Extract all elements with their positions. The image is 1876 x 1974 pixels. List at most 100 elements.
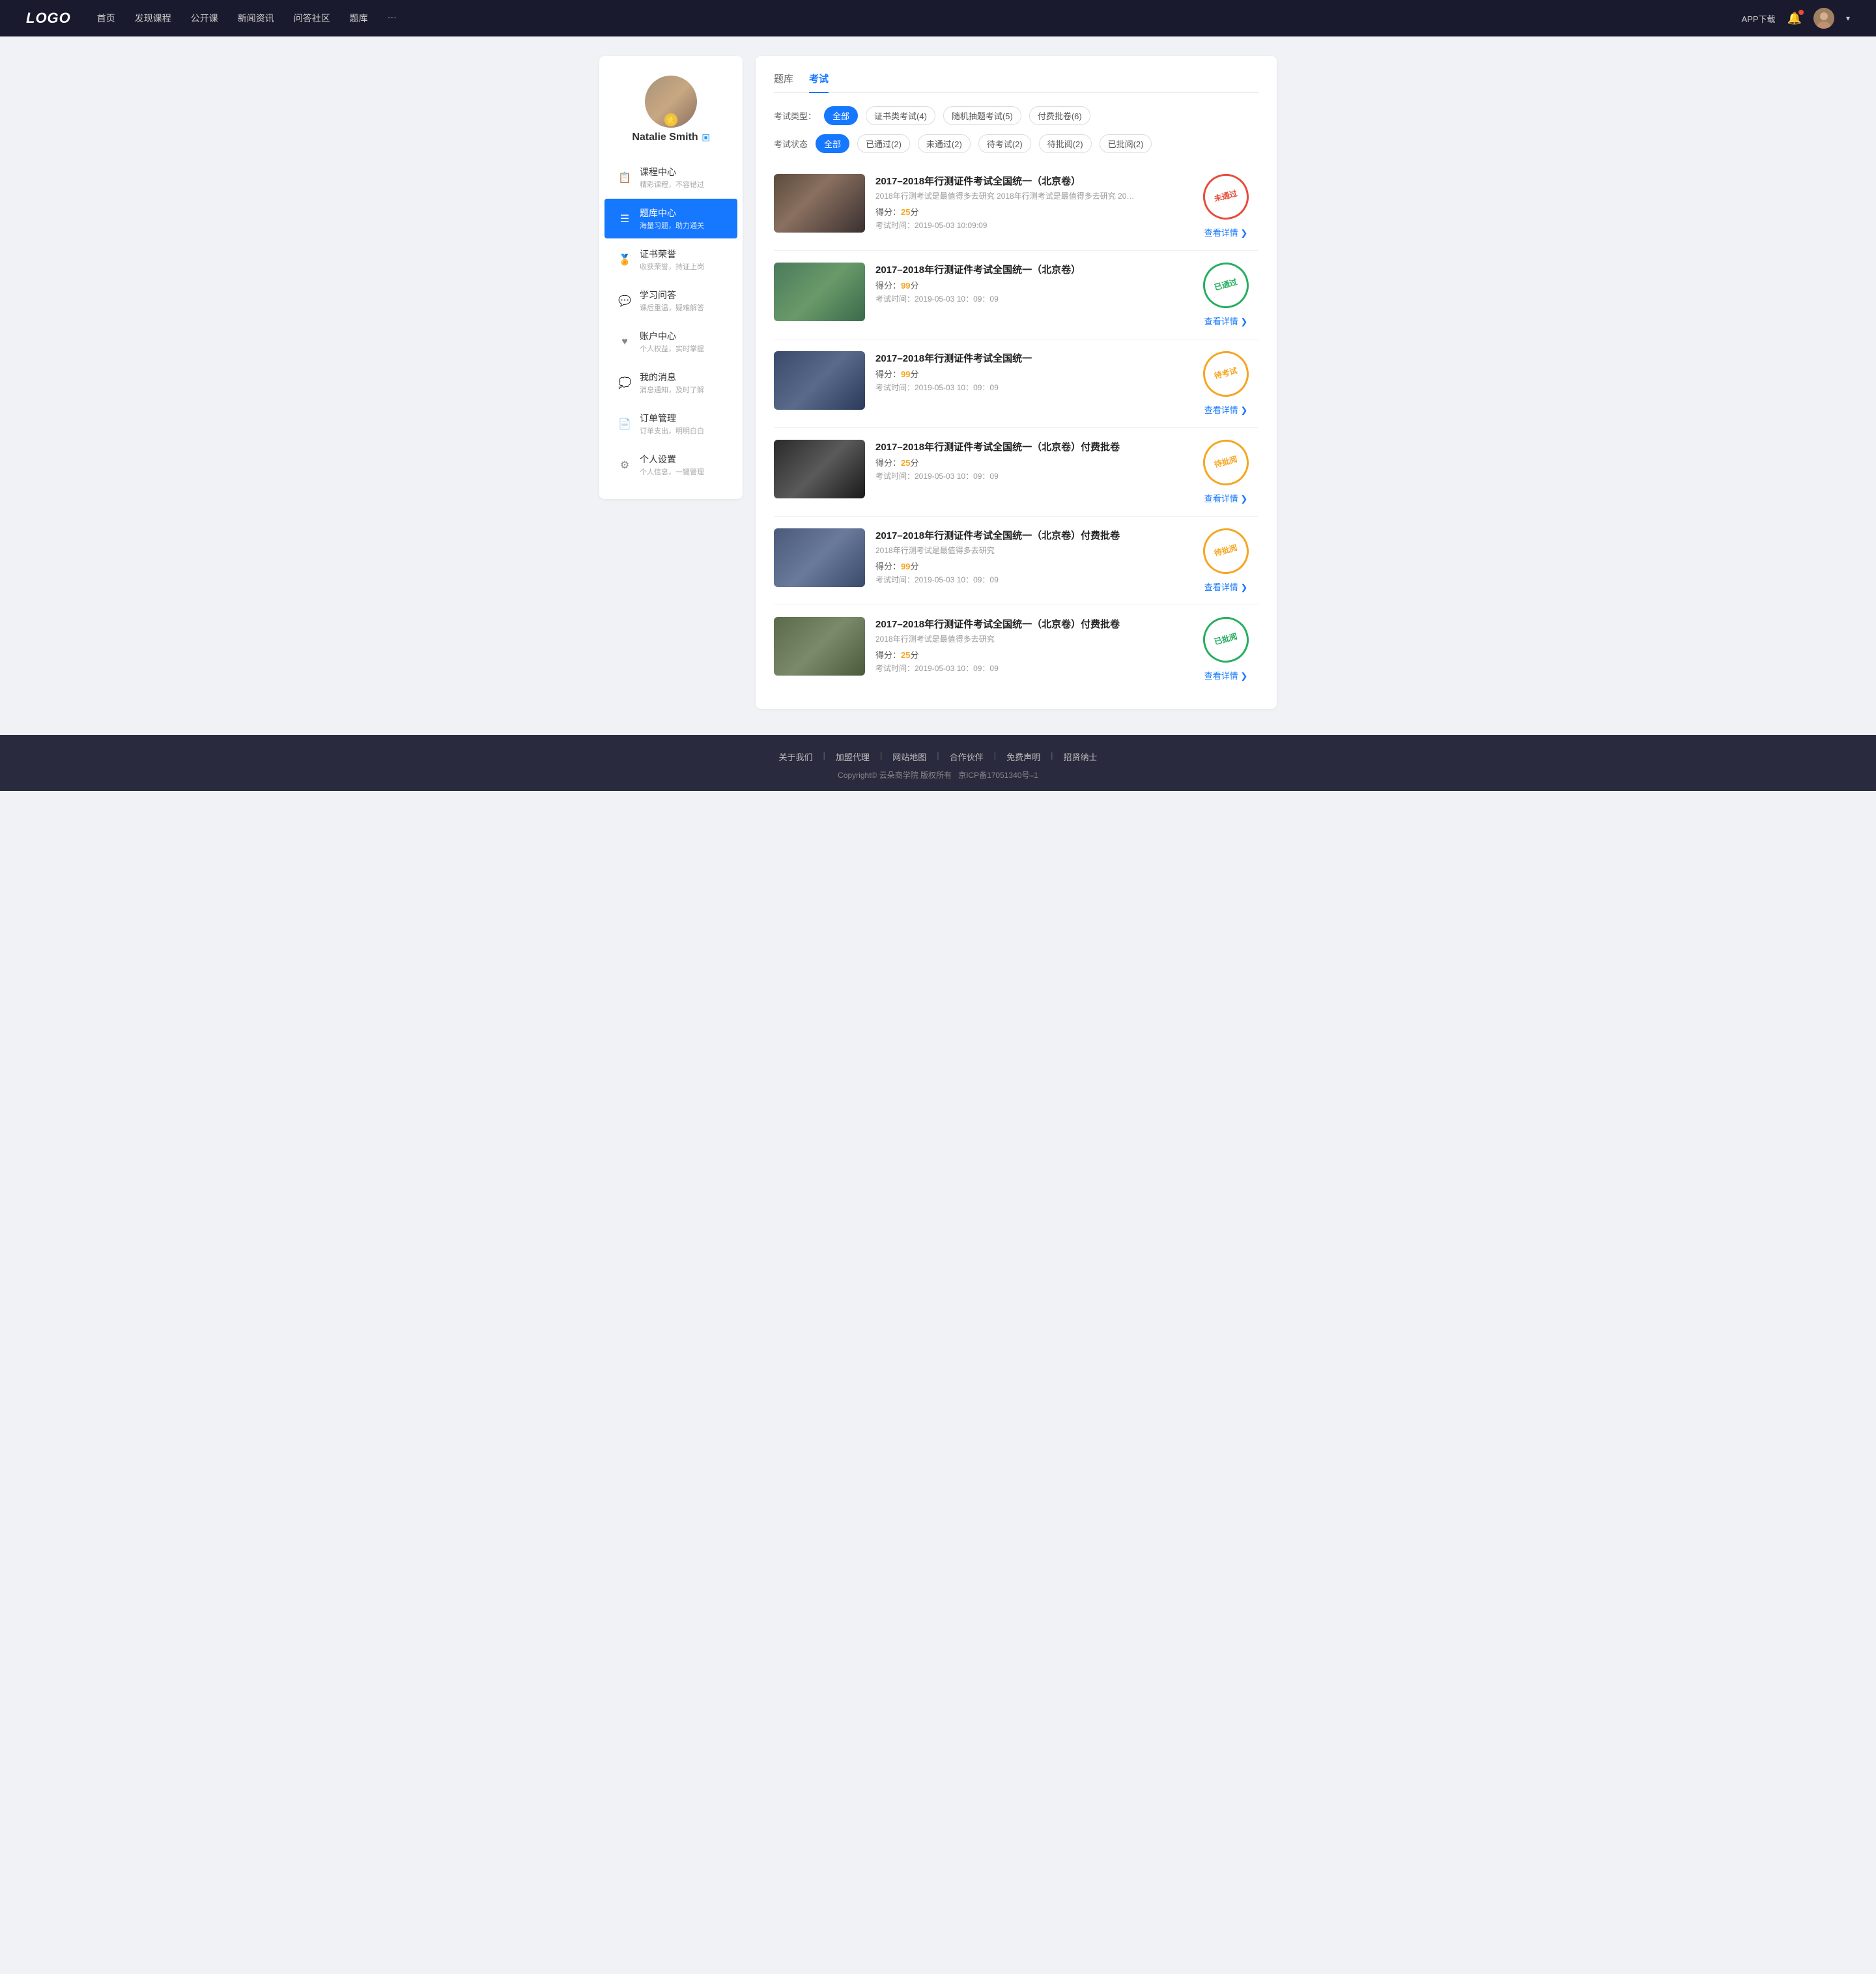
exam-thumbnail (774, 351, 865, 410)
sidebar-item-qa[interactable]: 💬 学习问答 课后重温，疑难解答 (604, 281, 737, 321)
order-icon: 📄 (618, 417, 632, 431)
type-filter-row: 考试类型： 全部证书类考试(4) 随机抽题考试(5) 付费批卷(6) (774, 106, 1258, 125)
status-filter-label: 考试状态 (774, 137, 808, 150)
exam-thumbnail (774, 528, 865, 587)
type-filter-btn[interactable]: 付费批卷(6) (1029, 106, 1090, 125)
footer-link[interactable]: 招贤纳士 (1053, 751, 1108, 763)
nav-link-home[interactable]: 首页 (97, 12, 115, 25)
nav-link-bank[interactable]: 题库 (350, 12, 368, 25)
exam-status-stamp: 待考试 (1198, 346, 1254, 402)
exam-info: 2017–2018年行测证件考试全国统一 得分：99分 考试时间：2019-05… (875, 351, 1183, 393)
exam-item: 2017–2018年行测证件考试全国统一（北京卷）付费批卷 得分：25分 考试时… (774, 428, 1258, 517)
app-download-button[interactable]: APP下载 (1742, 12, 1776, 25)
sidebar-nav: 📋 课程中心 精彩课程，不容错过 ☰ 题库中心 海量习题，助力通关 🏅 证书荣誉… (599, 156, 743, 486)
exam-info: 2017–2018年行测证件考试全国统一（北京卷）付费批卷 2018年行测考试是… (875, 528, 1183, 585)
exam-time: 考试时间：2019-05-03 10：09：09 (875, 470, 1183, 481)
exam-time: 考试时间：2019-05-03 10：09：09 (875, 574, 1183, 585)
exam-score: 得分：25分 (875, 205, 1183, 218)
status-filter-btn[interactable]: 未通过(2) (918, 134, 971, 153)
qa-icon: 💬 (618, 294, 632, 308)
footer: 关于我们|加盟代理|网站地图|合作伙伴|免费声明|招贤纳士 Copyright©… (0, 735, 1876, 791)
exam-time: 考试时间：2019-05-03 10：09：09 (875, 382, 1183, 393)
nav-link-discover[interactable]: 发现课程 (135, 12, 171, 25)
msg-subtitle: 消息通知，及时了解 (640, 384, 724, 395)
bank-subtitle: 海量习题，助力通关 (640, 220, 724, 231)
exam-title: 2017–2018年行测证件考试全国统一（北京卷）付费批卷 (875, 528, 1183, 542)
cert-title: 证书荣誉 (640, 248, 724, 261)
footer-link[interactable]: 网站地图 (882, 751, 937, 763)
qa-title: 学习问答 (640, 289, 724, 302)
setting-subtitle: 个人信息，一键管理 (640, 466, 724, 477)
content-area: 题库考试 考试类型： 全部证书类考试(4) 随机抽题考试(5) 付费批卷(6) 考试… (756, 56, 1277, 709)
chevron-down-icon[interactable]: ▾ (1846, 14, 1850, 23)
tab-考试[interactable]: 考试 (809, 72, 829, 92)
exam-score: 得分：25分 (875, 456, 1183, 468)
footer-link[interactable]: 免费声明 (996, 751, 1051, 763)
exam-action: 待考试 查看详情 ❯ (1193, 351, 1258, 416)
account-icon: ♥ (618, 335, 632, 349)
sidebar-item-bank[interactable]: ☰ 题库中心 海量习题，助力通关 (604, 199, 737, 238)
bank-title: 题库中心 (640, 207, 724, 220)
exam-detail-link[interactable]: 查看详情 ❯ (1204, 315, 1248, 327)
nav-link-news[interactable]: 新闻资讯 (238, 12, 274, 25)
verify-icon: ▣ (702, 132, 710, 143)
order-title: 订单管理 (640, 412, 724, 425)
exam-item: 2017–2018年行测证件考试全国统一（北京卷）付费批卷 2018年行测考试是… (774, 517, 1258, 605)
status-filter-btn[interactable]: 待考试(2) (978, 134, 1031, 153)
exam-desc: 2018年行测考试是最值得多去研究 (875, 545, 1136, 556)
exam-detail-link[interactable]: 查看详情 ❯ (1204, 492, 1248, 504)
sidebar: ⭐ Natalie Smith ▣ 📋 课程中心 精彩课程，不容错过 ☰ 题库中… (599, 56, 743, 499)
sidebar-item-setting[interactable]: ⚙ 个人设置 个人信息，一键管理 (604, 445, 737, 485)
exam-title: 2017–2018年行测证件考试全国统一 (875, 351, 1183, 365)
exam-item: 2017–2018年行测证件考试全国统一（北京卷） 得分：99分 考试时间：20… (774, 251, 1258, 339)
exam-action: 已批阅 查看详情 ❯ (1193, 617, 1258, 681)
nav-link-public[interactable]: 公开课 (191, 12, 218, 25)
exam-status-stamp: 待批阅 (1198, 435, 1254, 491)
content-tabs: 题库考试 (774, 72, 1258, 93)
account-subtitle: 个人权益，实时掌握 (640, 343, 724, 354)
sidebar-item-order[interactable]: 📄 订单管理 订单支出，明明白白 (604, 404, 737, 444)
status-filter-btn[interactable]: 待批阅(2) (1039, 134, 1092, 153)
navbar: LOGO 首页 发现课程 公开课 新闻资讯 问答社区 题库 ··· APP下载 🔔 ▾ (0, 0, 1876, 36)
sidebar-item-msg[interactable]: 💭 我的消息 消息通知，及时了解 (604, 363, 737, 403)
logo[interactable]: LOGO (26, 10, 71, 27)
exam-detail-link[interactable]: 查看详情 ❯ (1204, 226, 1248, 238)
footer-link[interactable]: 加盟代理 (825, 751, 880, 763)
exam-score: 得分：25分 (875, 648, 1183, 661)
exam-info: 2017–2018年行测证件考试全国统一（北京卷） 2018年行测考试是最值得多… (875, 174, 1183, 231)
msg-title: 我的消息 (640, 371, 724, 384)
type-filter-label: 考试类型： (774, 109, 816, 122)
notification-bell[interactable]: 🔔 (1787, 12, 1802, 25)
exam-detail-link[interactable]: 查看详情 ❯ (1204, 403, 1248, 416)
sidebar-username: Natalie Smith ▣ (632, 132, 709, 143)
course-icon: 📋 (618, 171, 632, 185)
type-filter-btn[interactable]: 全部 (824, 106, 858, 125)
avatar[interactable] (1813, 8, 1834, 29)
type-filter-btn[interactable]: 随机抽题考试(5) (943, 106, 1021, 125)
status-filter-btn[interactable]: 全部 (816, 134, 849, 153)
exam-detail-link[interactable]: 查看详情 ❯ (1204, 669, 1248, 681)
footer-link[interactable]: 关于我们 (768, 751, 823, 763)
exam-status-stamp: 待批阅 (1198, 523, 1254, 579)
cert-icon: 🏅 (618, 253, 632, 267)
nav-link-more[interactable]: ··· (388, 12, 397, 25)
bank-icon: ☰ (618, 212, 632, 226)
status-filter-btn[interactable]: 已通过(2) (857, 134, 910, 153)
exam-info: 2017–2018年行测证件考试全国统一（北京卷）付费批卷 得分：25分 考试时… (875, 440, 1183, 481)
msg-icon: 💭 (618, 376, 632, 390)
sidebar-item-course[interactable]: 📋 课程中心 精彩课程，不容错过 (604, 158, 737, 197)
sidebar-item-cert[interactable]: 🏅 证书荣誉 收获荣誉，持证上岗 (604, 240, 737, 279)
type-filter-btn[interactable]: 证书类考试(4) (866, 106, 935, 125)
course-title: 课程中心 (640, 165, 724, 179)
exam-detail-link[interactable]: 查看详情 ❯ (1204, 580, 1248, 593)
sidebar-item-account[interactable]: ♥ 账户中心 个人权益，实时掌握 (604, 322, 737, 362)
avatar-badge: ⭐ (664, 113, 677, 126)
exam-score: 得分：99分 (875, 279, 1183, 291)
tab-题库[interactable]: 题库 (774, 72, 793, 92)
footer-link[interactable]: 合作伙伴 (939, 751, 994, 763)
exam-thumbnail (774, 174, 865, 233)
status-filter-btn[interactable]: 已批阅(2) (1100, 134, 1152, 153)
nav-link-qa[interactable]: 问答社区 (294, 12, 330, 25)
exam-action: 已通过 查看详情 ❯ (1193, 263, 1258, 327)
exam-info: 2017–2018年行测证件考试全国统一（北京卷） 得分：99分 考试时间：20… (875, 263, 1183, 304)
